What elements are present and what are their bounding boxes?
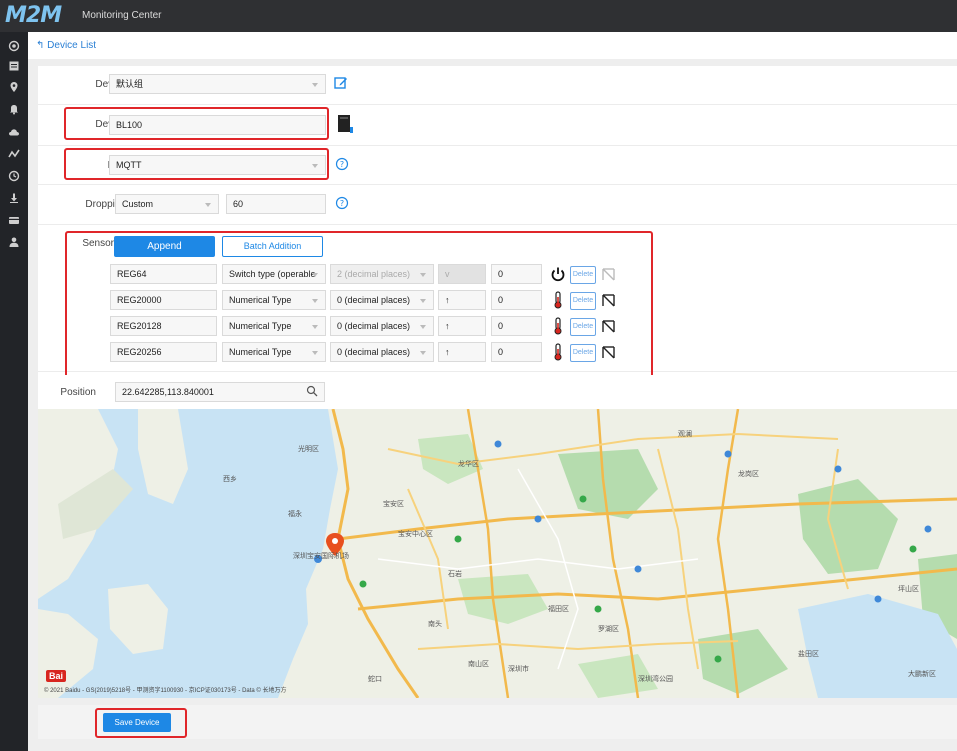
map-container[interactable]: 深圳宝安国际机场 福永 西乡宝安区南山区深圳市 龙华区 光明区龙岗区福田区罗湖区盐田区 坪… [38, 409, 957, 698]
map-copyright: © 2021 Baidu - GS(2019)5218号 - 甲测资字11009… [44, 688, 287, 694]
back-link-label: Device List [47, 40, 97, 51]
map-canvas [38, 409, 957, 698]
dashboard-icon[interactable] [8, 40, 20, 52]
search-icon[interactable] [306, 385, 318, 397]
location-icon[interactable] [8, 81, 20, 93]
card-icon[interactable] [8, 214, 20, 226]
map-place-label: 宝安区 [383, 501, 404, 508]
map-place-label: 大鹏新区 [908, 671, 936, 678]
highlight-sensor [65, 231, 653, 380]
map-place-label: 宝安中心区 [398, 531, 433, 538]
edit-icon[interactable] [334, 76, 348, 90]
map-place-label: 南头 [428, 621, 442, 628]
map-place-label: 深圳湾公园 [638, 676, 673, 683]
divider [38, 184, 957, 185]
bell-icon[interactable] [8, 103, 20, 115]
highlight-link [64, 148, 329, 180]
position-input[interactable]: 22.642285,113.840001 [115, 382, 325, 402]
map-view[interactable]: 深圳宝安国际机场 福永 西乡宝安区南山区深圳市 龙华区 光明区龙岗区福田区罗湖区盐田区 坪… [38, 409, 957, 698]
divider [38, 224, 957, 225]
download-icon[interactable] [8, 192, 20, 204]
svg-text:?: ? [340, 160, 344, 169]
chart-line-icon[interactable] [8, 148, 20, 160]
map-place-label: 光明区 [298, 446, 319, 453]
map-place-label: 蛇口 [368, 676, 382, 683]
help-icon[interactable]: ? [335, 157, 349, 171]
main-content: ↰ Device List Device 默认组 Device BL100 MQ… [28, 32, 957, 751]
highlight-device [64, 107, 329, 140]
map-place-label: 石岩 [448, 571, 462, 578]
map-place-label: 西乡 [223, 476, 237, 483]
divider [38, 104, 957, 105]
divider [38, 145, 957, 146]
breadcrumb: ↰ Device List [28, 32, 957, 59]
position-label: Position [60, 387, 96, 398]
device-form: Device 默认组 Device BL100 MQTT Link MQTT ?… [38, 66, 957, 380]
highlight-save [95, 708, 187, 738]
dropping-label: Dropping [85, 199, 126, 210]
cloud-icon[interactable] [8, 126, 20, 138]
map-place-label: 龙华区 [458, 461, 479, 468]
baidu-logo: Bai [46, 670, 67, 682]
map-place-label: 福永 [288, 511, 302, 518]
dropping-mode-select[interactable]: Custom [115, 194, 219, 214]
device-image-icon[interactable] [336, 113, 353, 134]
help-icon[interactable]: ? [335, 196, 349, 210]
group-select[interactable]: 默认组 [109, 74, 326, 94]
position-row: Position 22.642285,113.840001 [38, 375, 957, 409]
map-place-label: 南山区 [468, 661, 489, 668]
map-place-label: 福田区 [548, 606, 569, 613]
footer-bar: Save Device [38, 705, 957, 739]
user-icon[interactable] [8, 236, 20, 248]
map-place-label: 坪山区 [898, 586, 919, 593]
map-place-label: 龙岗区 [738, 471, 759, 478]
map-place-label: 罗湖区 [598, 626, 619, 633]
map-place-label: 深圳宝安国际机场 [293, 553, 349, 560]
svg-text:?: ? [340, 199, 344, 208]
list-icon[interactable] [8, 60, 20, 72]
map-place-label: 盐田区 [798, 651, 819, 658]
back-to-device-list-link[interactable]: ↰ Device List [36, 40, 96, 51]
top-bar: M2M Monitoring Center [0, 0, 957, 32]
map-place-label: 观澜 [678, 431, 692, 438]
app-title: Monitoring Center [82, 10, 162, 21]
map-place-label: 深圳市 [508, 666, 529, 673]
clock-icon[interactable] [8, 170, 20, 182]
dropping-value-input[interactable]: 60 [226, 194, 326, 214]
app-logo: M2M [5, 3, 62, 28]
